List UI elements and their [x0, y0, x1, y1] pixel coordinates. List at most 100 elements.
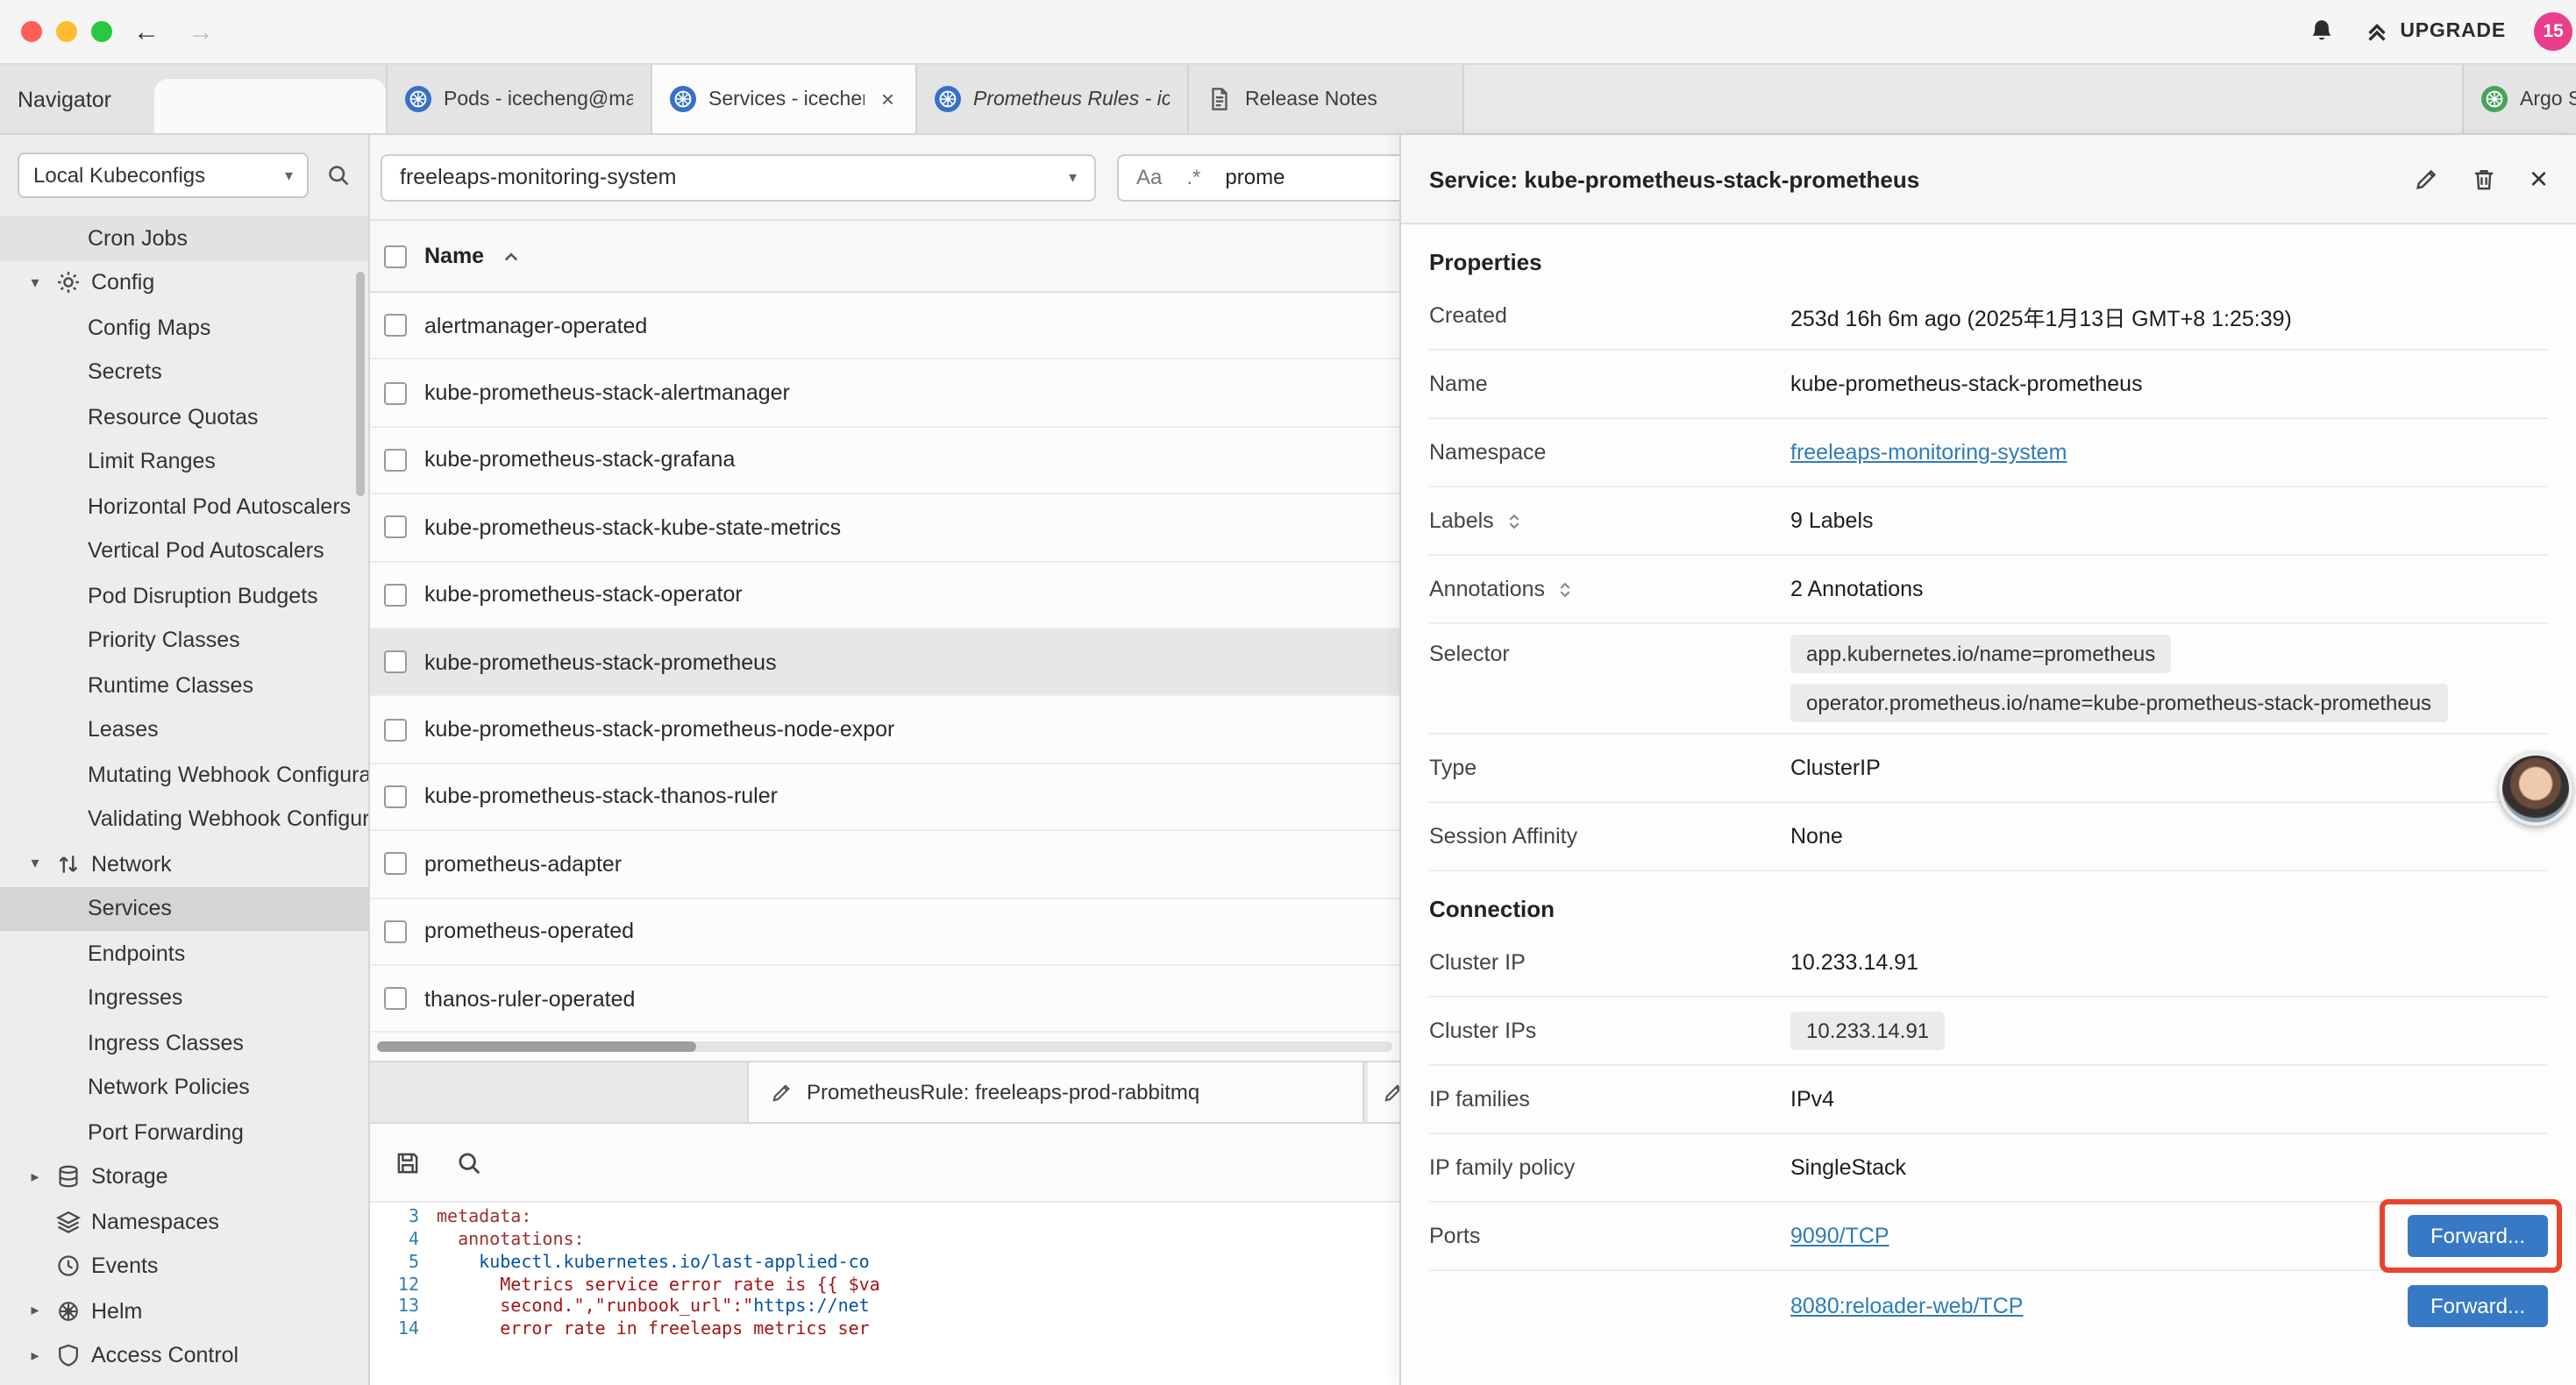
row-checkbox[interactable]	[384, 785, 407, 808]
sidebar-item-resource-quotas[interactable]: Resource Quotas	[0, 394, 368, 439]
selector-chip: operator.prometheus.io/name=kube-prometh…	[1790, 684, 2447, 722]
navigator-title: Navigator	[18, 87, 111, 111]
sidebar-item-priority-classes[interactable]: Priority Classes	[0, 618, 368, 663]
sidebar-item-pod-disruption-budgets[interactable]: Pod Disruption Budgets	[0, 573, 368, 618]
labels-value[interactable]: 9 Labels	[1790, 498, 2548, 543]
port-link-8080-reloader-web[interactable]: 8080:reloader-web/TCP	[1790, 1293, 2023, 1318]
window-close-button[interactable]	[21, 21, 42, 42]
back-button[interactable]: ←	[126, 18, 167, 45]
row-checkbox[interactable]	[384, 718, 407, 741]
tab-argo[interactable]: Argo Se	[2462, 65, 2576, 133]
table-row-selected[interactable]: kube-prometheus-stack-prometheus	[370, 629, 1399, 697]
regex-toggle[interactable]: .*	[1186, 165, 1200, 189]
sidebar-item-helm[interactable]: ▸ Helm	[0, 1289, 368, 1333]
sidebar-item-port-forwarding[interactable]: Port Forwarding	[0, 1110, 368, 1154]
sidebar-item-cron-jobs[interactable]: Cron Jobs	[0, 216, 368, 260]
scrollbar-track[interactable]	[377, 1042, 1392, 1053]
tab-close-icon[interactable]: ×	[878, 86, 898, 112]
table-row[interactable]: prometheus-operated	[370, 898, 1399, 966]
scrollbar-thumb[interactable]	[377, 1042, 696, 1053]
expand-collapse-icon[interactable]	[1555, 579, 1575, 599]
annotations-value[interactable]: 2 Annotations	[1790, 566, 2548, 612]
column-header-name[interactable]: Name	[424, 244, 484, 268]
table-row[interactable]: kube-prometheus-stack-grafana	[370, 428, 1399, 495]
sidebar-item-custom-resources[interactable]: ▾ Custom Resources	[0, 1378, 368, 1385]
row-checkbox[interactable]	[384, 449, 407, 472]
yaml-editor[interactable]: 3metadata: 4 annotations: 5 kubectl.kube…	[370, 1204, 1399, 1385]
namespace-link[interactable]: freeleaps-monitoring-system	[1790, 440, 2067, 465]
tab-prometheus-rules[interactable]: Prometheus Rules - icecheng...	[917, 65, 1189, 133]
notification-count-badge[interactable]: 15	[2534, 12, 2572, 51]
match-case-toggle[interactable]: Aa	[1136, 165, 1162, 189]
tab-pods[interactable]: Pods - icecheng@mathmas...	[388, 65, 652, 133]
row-checkbox[interactable]	[384, 853, 407, 876]
table-row[interactable]: alertmanager-operated	[370, 293, 1399, 360]
sidebar-item-storage[interactable]: ▸ Storage	[0, 1154, 368, 1199]
dock-tab-prometheusrule[interactable]: PrometheusRule: freeleaps-prod-rabbitmq	[747, 1063, 1364, 1123]
tab-release-notes[interactable]: Release Notes	[1189, 65, 1464, 133]
row-checkbox[interactable]	[384, 987, 407, 1010]
row-checkbox[interactable]	[384, 314, 407, 337]
sidebar-item-namespaces[interactable]: Namespaces	[0, 1199, 368, 1244]
forward-button-8080[interactable]: Forward...	[2408, 1284, 2548, 1326]
close-icon[interactable]: ×	[2530, 163, 2548, 195]
sidebar-scrollbar[interactable]	[356, 272, 365, 496]
sidebar-item-network[interactable]: ▾ Network	[0, 842, 368, 886]
sidebar-item-runtime-classes[interactable]: Runtime Classes	[0, 663, 368, 707]
table-row[interactable]: thanos-ruler-operated	[370, 966, 1399, 1033]
table-row[interactable]: kube-prometheus-stack-kube-state-metrics	[370, 494, 1399, 562]
sidebar-item-config-maps[interactable]: Config Maps	[0, 305, 368, 350]
sidebar-item-services[interactable]: Services	[0, 886, 368, 931]
namespace-filter-dropdown[interactable]: freeleaps-monitoring-system ▾	[381, 153, 1096, 201]
sort-ascending-icon[interactable]	[502, 246, 521, 266]
row-checkbox[interactable]	[384, 584, 407, 607]
edit-pencil-icon[interactable]	[2414, 166, 2440, 192]
notifications-bell-icon[interactable]	[2307, 18, 2335, 46]
search-icon[interactable]	[326, 163, 351, 188]
sidebar-item-mutating-webhook-configurations[interactable]: Mutating Webhook Configurations	[0, 752, 368, 797]
port-link-9090[interactable]: 9090/TCP	[1790, 1224, 1889, 1248]
sidebar-item-network-policies[interactable]: Network Policies	[0, 1065, 368, 1110]
sidebar-item-vertical-pod-autoscalers[interactable]: Vertical Pod Autoscalers	[0, 529, 368, 573]
sidebar-item-events[interactable]: Events	[0, 1244, 368, 1289]
sidebar-item-config[interactable]: ▾ Config	[0, 260, 368, 305]
service-list: alertmanager-operated kube-prometheus-st…	[370, 293, 1399, 1033]
search-icon[interactable]	[456, 1150, 482, 1176]
avatar[interactable]	[2499, 752, 2572, 826]
upgrade-button[interactable]: UPGRADE	[2363, 18, 2506, 45]
row-checkbox[interactable]	[384, 381, 407, 404]
table-row[interactable]: kube-prometheus-stack-prometheus-node-ex…	[370, 697, 1399, 764]
table-row[interactable]: prometheus-adapter	[370, 831, 1399, 898]
select-all-checkbox[interactable]	[384, 245, 407, 267]
row-checkbox[interactable]	[384, 650, 407, 673]
table-row[interactable]: kube-prometheus-stack-operator	[370, 562, 1399, 629]
cluster-ips-chip: 10.233.14.91	[1790, 1012, 1945, 1050]
tab-services[interactable]: Services - icecheng@math... ×	[652, 65, 917, 133]
window-minimize-button[interactable]	[56, 21, 77, 42]
search-input[interactable]: Aa .* prome	[1117, 153, 1399, 201]
clock-icon	[56, 1254, 81, 1279]
sidebar-item-secrets[interactable]: Secrets	[0, 350, 368, 394]
row-checkbox[interactable]	[384, 516, 407, 539]
sidebar-item-horizontal-pod-autoscalers[interactable]: Horizontal Pod Autoscalers	[0, 484, 368, 529]
dock-tab-partial[interactable]	[1368, 1063, 1399, 1123]
row-checkbox[interactable]	[384, 920, 407, 942]
table-row[interactable]: kube-prometheus-stack-thanos-ruler	[370, 764, 1399, 831]
trash-icon[interactable]	[2472, 166, 2498, 192]
sidebar-item-endpoints[interactable]: Endpoints	[0, 931, 368, 976]
sidebar-item-leases[interactable]: Leases	[0, 707, 368, 752]
sidebar-item-validating-webhook-configurations[interactable]: Validating Webhook Configurations	[0, 797, 368, 842]
connection-row-ports-2: 8080:reloader-web/TCP Forward...	[1429, 1271, 2548, 1339]
sidebar-item-access-control[interactable]: ▸ Access Control	[0, 1333, 368, 1378]
window-maximize-button[interactable]	[91, 21, 112, 42]
sidebar-item-limit-ranges[interactable]: Limit Ranges	[0, 439, 368, 484]
forward-button[interactable]: →	[181, 18, 221, 45]
table-row[interactable]: kube-prometheus-stack-alertmanager	[370, 360, 1399, 428]
sidebar-item-ingresses[interactable]: Ingresses	[0, 976, 368, 1020]
save-icon[interactable]	[395, 1150, 421, 1176]
property-row-namespace: Namespace freeleaps-monitoring-system	[1429, 419, 2548, 487]
kubeconfig-selector[interactable]: Local Kubeconfigs ▾	[18, 153, 309, 198]
expand-collapse-icon[interactable]	[1505, 511, 1524, 530]
sidebar-item-ingress-classes[interactable]: Ingress Classes	[0, 1020, 368, 1065]
forward-button-9090[interactable]: Forward...	[2408, 1215, 2548, 1257]
